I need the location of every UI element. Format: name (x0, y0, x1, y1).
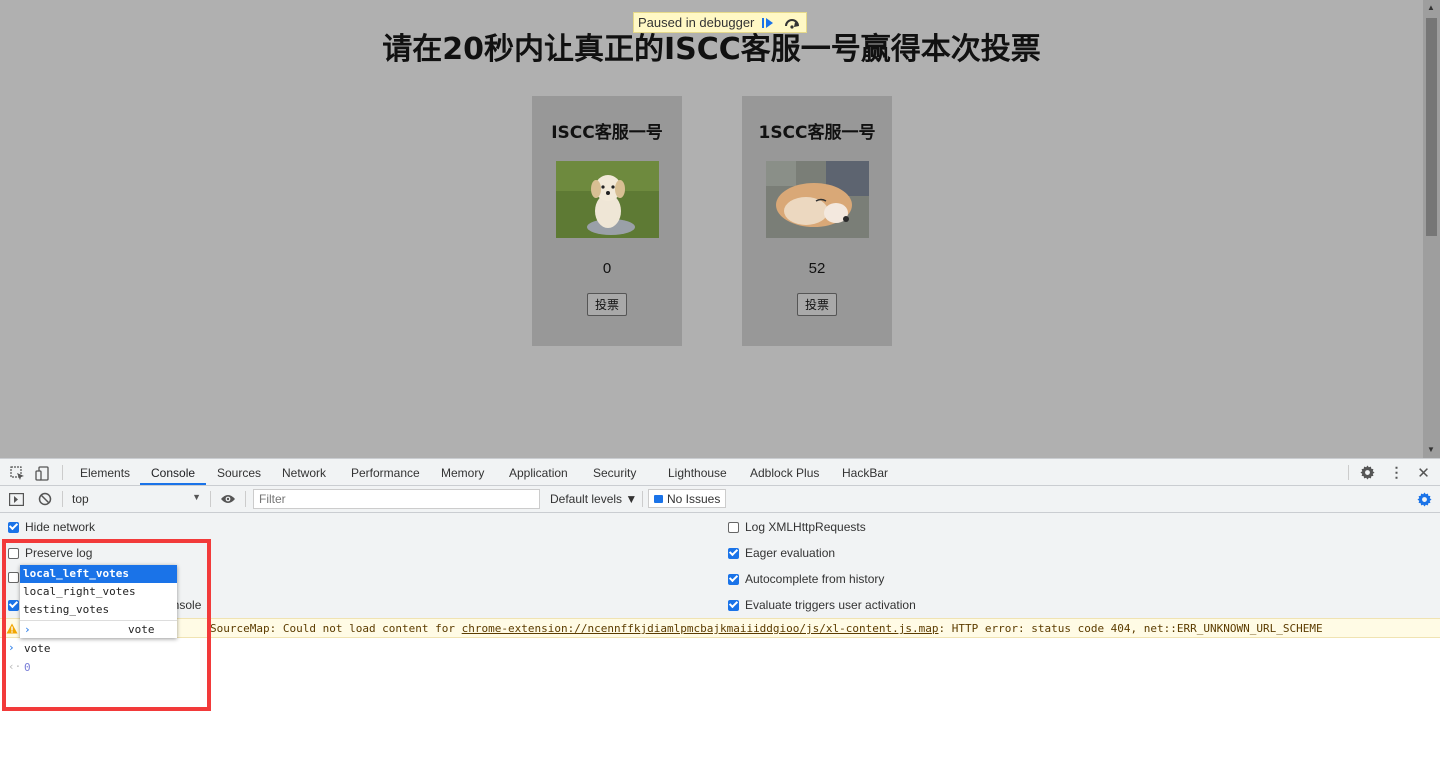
page-scrollbar[interactable]: ▲ ▼ (1423, 0, 1440, 458)
context-selector[interactable]: top ▼ (67, 490, 205, 508)
tab-performance[interactable]: Performance (351, 466, 420, 480)
divider (62, 465, 63, 480)
tab-memory[interactable]: Memory (441, 466, 484, 480)
highlight-annotation-box (2, 539, 211, 711)
chevron-down-icon: ▼ (192, 492, 201, 502)
filter-input[interactable] (253, 489, 540, 509)
vote-count: 0 (602, 260, 612, 277)
tab-elements[interactable]: Elements (80, 466, 130, 480)
device-toolbar-icon[interactable] (34, 465, 50, 481)
console-warning-row: SourceMap: Could not load content for ch… (0, 618, 1440, 638)
live-expression-eye-icon[interactable] (219, 491, 237, 507)
debugger-paused-banner: Paused in debugger (633, 12, 808, 33)
candidate-card-left: ISCC客服一号 0 投票 (532, 96, 682, 346)
log-levels-dropdown[interactable]: Default levels ▼ (550, 492, 637, 506)
divider (62, 491, 63, 507)
candidate-card-right: 1SCC客服一号 52 投票 (742, 96, 892, 346)
sidebar-toggle-icon[interactable] (8, 491, 24, 507)
step-over-icon[interactable] (782, 13, 802, 32)
sourcemap-link[interactable]: chrome-extension://ncennffkjdiamlpmcbajk… (462, 622, 939, 635)
tab-network[interactable]: Network (282, 466, 326, 480)
divider (210, 491, 211, 507)
setting-hide-network[interactable]: Hide network (8, 520, 95, 534)
divider (1348, 465, 1349, 480)
setting-autocomplete-history[interactable]: Autocomplete from history (728, 572, 884, 586)
resume-icon[interactable] (758, 13, 778, 32)
setting-label: Evaluate triggers user activation (745, 598, 916, 612)
setting-eager-evaluation[interactable]: Eager evaluation (728, 546, 835, 560)
message-icon (654, 494, 663, 503)
setting-label: Autocomplete from history (745, 572, 885, 586)
tab-adblock-plus[interactable]: Adblock Plus (750, 466, 819, 480)
scroll-up-icon[interactable]: ▲ (1427, 3, 1435, 12)
inspect-element-icon[interactable] (9, 465, 25, 481)
warning-message: SourceMap: Could not load content for ch… (210, 622, 1323, 635)
tab-sources[interactable]: Sources (217, 466, 261, 480)
issues-label: No Issues (667, 491, 721, 506)
checkbox[interactable] (728, 573, 739, 585)
console-toolbar: top ▼ Default levels ▼ No Issues (0, 486, 1440, 513)
devtools-tab-bar: Elements Console Sources Network Perform… (0, 458, 1440, 486)
candidate-name: ISCC客服一号 (551, 123, 663, 143)
tab-security[interactable]: Security (593, 466, 636, 480)
vote-count: 52 (808, 260, 826, 277)
more-options-icon[interactable]: ⋮ (1388, 464, 1405, 481)
active-tab-indicator (140, 483, 206, 485)
context-value: top (72, 492, 89, 506)
divider (245, 491, 246, 507)
vote-button-left[interactable]: 投票 (586, 293, 627, 316)
clear-console-icon[interactable] (37, 491, 53, 507)
divider (642, 491, 643, 507)
setting-label: Eager evaluation (745, 546, 836, 560)
warning-prefix: SourceMap: Could not load content for (210, 622, 462, 635)
tab-application[interactable]: Application (509, 466, 568, 480)
page-viewport: 请在20秒内让真正的ISCC客服一号赢得本次投票 Paused in debug… (0, 0, 1423, 458)
console-settings-gear-icon[interactable] (1416, 491, 1432, 507)
checkbox[interactable] (728, 521, 739, 533)
setting-label: Hide network (25, 520, 96, 534)
checkbox[interactable] (728, 599, 739, 611)
checkbox[interactable] (728, 547, 739, 559)
tab-hackbar[interactable]: HackBar (842, 466, 888, 480)
checkbox[interactable] (8, 521, 19, 533)
setting-evaluate-triggers[interactable]: Evaluate triggers user activation (728, 598, 916, 612)
candidate-name: 1SCC客服一号 (758, 123, 876, 143)
settings-gear-icon[interactable] (1359, 464, 1376, 481)
puppy-photo (555, 161, 659, 238)
tab-console[interactable]: Console (151, 466, 195, 480)
warning-suffix: : HTTP error: status code 404, net::ERR_… (938, 622, 1323, 635)
vote-button-right[interactable]: 投票 (796, 293, 837, 316)
setting-label: Log XMLHttpRequests (745, 520, 866, 534)
tab-lighthouse[interactable]: Lighthouse (668, 466, 727, 480)
scrollbar-thumb[interactable] (1426, 18, 1437, 236)
setting-log-xhr[interactable]: Log XMLHttpRequests (728, 520, 866, 534)
scroll-down-icon[interactable]: ▼ (1427, 445, 1435, 454)
issues-button[interactable]: No Issues (648, 489, 727, 508)
debugger-paused-label: Paused in debugger (638, 15, 755, 30)
console-settings-panel: Hide network Preserve log onsole Log XML… (0, 513, 1440, 618)
sleeping-dog-photo (765, 161, 869, 238)
close-icon[interactable]: ✕ (1415, 464, 1432, 482)
